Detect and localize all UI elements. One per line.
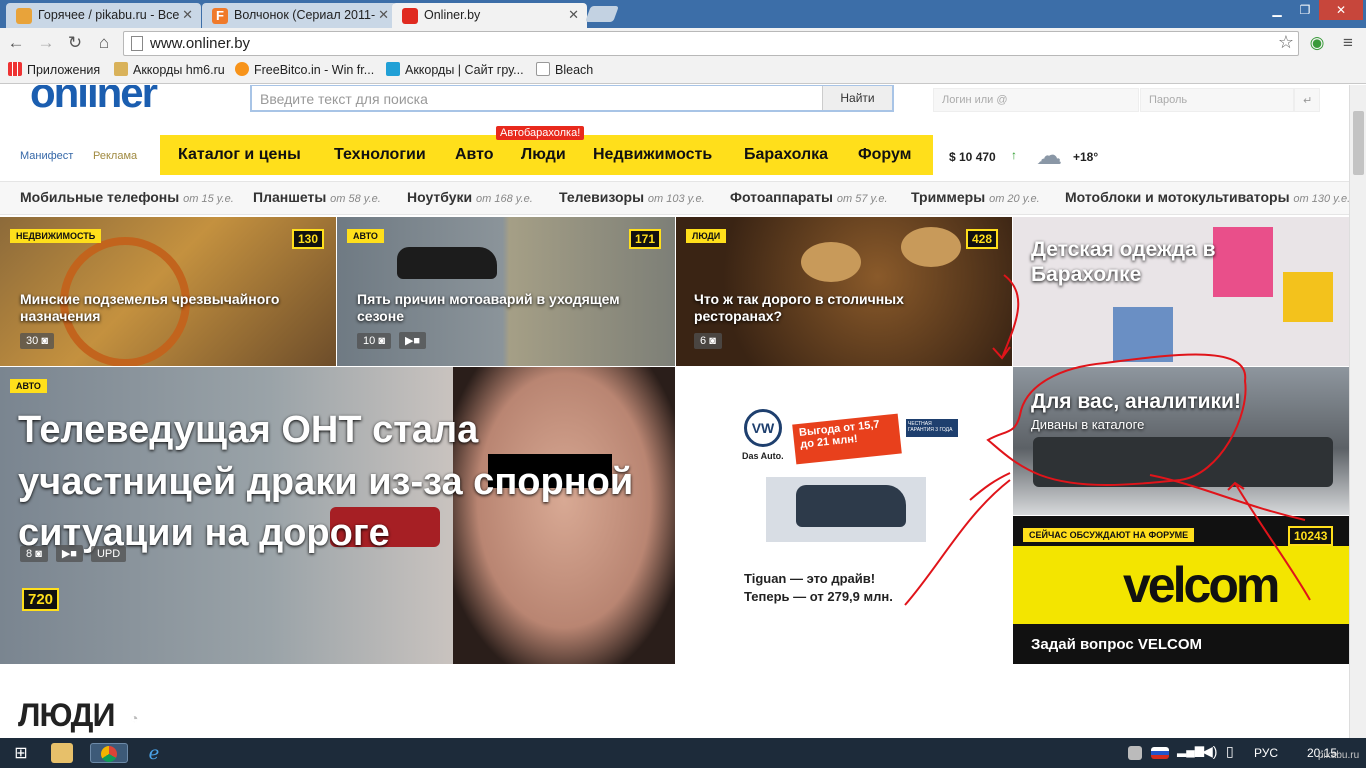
tab-volchonok[interactable]: F Волчонок (Сериал 2011- ✕ <box>202 3 397 28</box>
onliner-favicon-icon <box>402 8 418 24</box>
pikabu-favicon-icon <box>16 8 32 24</box>
notification-icon[interactable] <box>1128 746 1142 760</box>
page-content: onliner Введите текст для поиска Найти Л… <box>0 85 1349 738</box>
rss-icon[interactable]: ◔ <box>130 710 138 726</box>
restore-icon[interactable]: ❐ <box>1291 0 1319 20</box>
bookmark-label: FreeBitco.in - Win fr... <box>254 63 375 77</box>
scrollbar-thumb[interactable] <box>1353 111 1364 175</box>
tab-title: Onliner.by <box>424 8 481 22</box>
back-icon[interactable]: ← <box>4 31 28 55</box>
close-tab-icon[interactable]: ✕ <box>378 7 389 23</box>
tab-title: Горячее / pikabu.ru - Все <box>38 8 180 22</box>
ie-icon[interactable]: ℯ <box>143 743 165 763</box>
bookmark-freebitco[interactable]: FreeBitco.in - Win fr... <box>235 62 374 77</box>
close-tab-icon[interactable]: ✕ <box>182 7 193 23</box>
akkordy-icon <box>386 62 400 76</box>
bookmark-apps[interactable]: Приложения <box>8 62 100 77</box>
chrome-icon <box>101 746 117 762</box>
pikabu-watermark: pikabu.ru <box>1318 750 1360 761</box>
reload-icon[interactable]: ↻ <box>63 31 87 55</box>
home-icon[interactable]: ⌂ <box>92 31 116 55</box>
red-arrow-stroke <box>1234 482 1311 601</box>
bookmarks-bar: Приложения Аккорды hm6.ru FreeBitco.in -… <box>0 58 1366 84</box>
red-drawing-overlay <box>904 274 1311 606</box>
menu-icon[interactable]: ≡ <box>1336 31 1360 55</box>
red-freehand-strokes <box>904 274 1311 606</box>
page-scrollbar[interactable] <box>1349 85 1366 738</box>
bookmark-label: Аккорды hm6.ru <box>133 63 225 77</box>
new-tab-button[interactable] <box>585 6 619 22</box>
m24-icon <box>536 62 550 76</box>
folder-icon[interactable] <box>51 743 73 763</box>
windows-taskbar: ⊞ ℯ ▂▄▆ ◀) ▯ РУС 20:15 pikabu.ru <box>0 738 1366 768</box>
minimize-icon[interactable]: ▁ <box>1263 0 1291 20</box>
forward-icon[interactable]: → <box>34 31 58 55</box>
bookmark-bleach[interactable]: Bleach <box>536 62 593 77</box>
bookmark-label: Приложения <box>27 63 101 77</box>
bookmark-label: Bleach <box>555 63 594 77</box>
tab-strip: Горячее / pikabu.ru - Все ✕ F Волчонок (… <box>0 0 1366 28</box>
russian-flag-icon[interactable] <box>1151 747 1169 759</box>
chrome-taskbar-button[interactable] <box>90 743 128 763</box>
apps-grid-icon <box>8 62 22 76</box>
close-window-icon[interactable]: ✕ <box>1319 0 1363 20</box>
close-tab-icon[interactable]: ✕ <box>568 7 579 23</box>
tab-title: Волчонок (Сериал 2011- <box>234 8 376 22</box>
bitcoin-icon <box>235 62 249 76</box>
browser-toolbar: ← → ↻ ⌂ www.onliner.by ☆ ◉ ≡ <box>0 28 1366 58</box>
red-arrow-stroke <box>904 479 1011 606</box>
windows-start-icon[interactable]: ⊞ <box>10 743 32 763</box>
address-bar[interactable]: www.onliner.by ☆ <box>123 31 1299 56</box>
globe-extension-icon[interactable]: ◉ <box>1305 31 1329 55</box>
red-arrow-head <box>969 472 1011 501</box>
red-head-outline <box>986 353 1247 486</box>
red-arrow-stroke <box>1001 274 1020 359</box>
tab-onliner[interactable]: Onliner.by ✕ <box>392 3 587 28</box>
volume-icon[interactable]: ◀) <box>1202 743 1224 763</box>
f-favicon-icon: F <box>212 8 228 24</box>
tab-pikabu[interactable]: Горячее / pikabu.ru - Все ✕ <box>6 3 201 28</box>
red-neck-stroke <box>1149 474 1306 521</box>
section-heading-people[interactable]: ЛЮДИ <box>18 697 115 734</box>
page-icon <box>131 36 143 51</box>
battery-icon[interactable]: ▯ <box>1226 743 1248 763</box>
star-bookmark-icon[interactable]: ☆ <box>1278 32 1294 53</box>
bookmark-akkordy[interactable]: Аккорды | Сайт гру... <box>386 62 524 77</box>
url-text: www.onliner.by <box>150 35 251 52</box>
bookmark-hm6[interactable]: Аккорды hm6.ru <box>114 62 225 77</box>
red-arrow-head <box>992 346 1011 360</box>
signal-icon[interactable]: ▂▄▆ <box>1177 743 1204 763</box>
bookmark-label: Аккорды | Сайт гру... <box>405 63 524 77</box>
language-indicator[interactable]: РУС <box>1254 746 1278 760</box>
guitar-icon <box>114 62 128 76</box>
